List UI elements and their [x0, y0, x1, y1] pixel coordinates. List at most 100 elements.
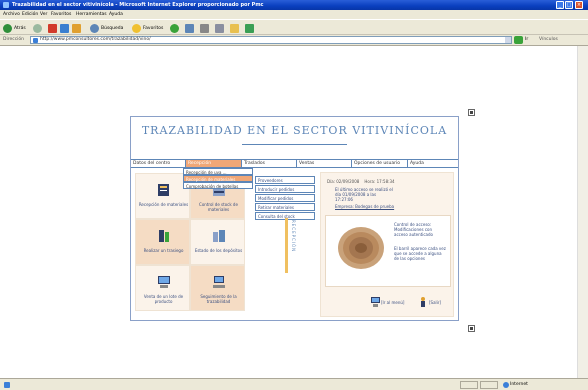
time-text: Hora: 17:58:34 — [364, 179, 395, 184]
search-button[interactable]: Búsqueda — [90, 23, 123, 33]
nav-traslados[interactable]: Traslados — [242, 160, 297, 167]
nav-datos-centro[interactable]: Datos del centro — [131, 160, 186, 167]
barrel-image — [338, 227, 384, 269]
menu-bar: Archivo Edición Ver Favoritos Herramient… — [0, 10, 588, 19]
tile-realizar-trasiego[interactable]: Realizar un trasiego — [135, 219, 190, 265]
scroll-bottom-icon[interactable] — [468, 325, 475, 332]
go-label: Ir — [525, 37, 529, 42]
info-company[interactable]: Empresa: Bodegas de prueba — [335, 204, 395, 209]
history-button[interactable] — [170, 23, 179, 33]
back-arrow-icon — [3, 23, 12, 33]
refresh-icon — [60, 23, 69, 33]
info-last-access: El último acceso se realizó el día 01/09… — [335, 187, 393, 202]
status-panel — [460, 381, 478, 389]
ie-icon — [3, 2, 9, 8]
zone-label: Internet — [510, 382, 528, 387]
forward-arrow-icon — [33, 23, 42, 33]
address-input[interactable]: http://www.pmconsultores.com/trazabilida… — [30, 36, 512, 44]
date-text: Día: 02/09/2008 — [327, 179, 360, 184]
tile-venta-lote[interactable]: Venta de un lote de producto — [135, 265, 190, 311]
menu-comprobacion-botellas[interactable]: Comprobación de botellas — [183, 182, 253, 189]
tile-seguimiento-trazabilidad[interactable]: Seguimiento de la trazabilidad — [190, 265, 245, 311]
nav-ayuda[interactable]: Ayuda — [408, 160, 458, 167]
menu-recepcion-materiales[interactable]: Recepción de materiales — [183, 175, 253, 182]
menu-archivo[interactable]: Archivo — [3, 11, 20, 18]
vertical-section-label: RECEPCIÓN — [282, 218, 304, 273]
print-icon — [200, 23, 209, 33]
go-to-menu-link[interactable]: [Ir al menú] — [381, 299, 404, 307]
menu-computer-icon — [371, 297, 380, 307]
mail-button[interactable] — [185, 23, 194, 33]
refresh-button[interactable] — [60, 23, 69, 33]
messenger-button[interactable] — [245, 23, 254, 33]
title-underline — [242, 144, 347, 145]
submenu-proveedores[interactable]: Proveedores — [255, 176, 315, 184]
menu-favoritos[interactable]: Favoritos — [51, 11, 71, 18]
print-button[interactable] — [200, 23, 209, 33]
folder-button[interactable] — [230, 23, 239, 33]
search-icon — [90, 23, 99, 33]
address-url: http://www.pmconsultores.com/trazabilida… — [40, 37, 151, 42]
menu-herramientas[interactable]: Herramientas — [76, 11, 107, 18]
edit-button[interactable] — [215, 23, 224, 33]
computer-icon — [158, 276, 170, 288]
scroll-top-icon[interactable] — [468, 109, 475, 116]
recepcion-dropdown: Recepción de uva ... Recepción de materi… — [183, 168, 255, 198]
globe-icon — [503, 382, 509, 388]
address-label: Dirección — [3, 37, 25, 42]
info-panel: Día: 02/09/2008 Hora: 17:58:34 El último… — [320, 172, 454, 317]
star-icon — [132, 23, 141, 33]
menu-edicion[interactable]: Edición — [22, 11, 38, 18]
nav-ventas[interactable]: Ventas — [297, 160, 352, 167]
messenger-icon — [245, 23, 254, 33]
vertical-label-text: RECEPCIÓN — [291, 220, 296, 253]
home-button[interactable] — [72, 23, 81, 33]
exit-link[interactable]: [Salir] — [429, 299, 441, 307]
forward-button[interactable] — [33, 23, 42, 33]
address-bar: Dirección http://www.pmconsultores.com/t… — [0, 35, 588, 46]
factory-icon — [213, 230, 225, 242]
back-button[interactable]: Atrás — [3, 23, 26, 33]
app-header: TRAZABILIDAD EN EL SECTOR VITIVINÍCOLA — [131, 117, 458, 155]
go-button[interactable] — [514, 36, 523, 44]
info-footer: [Ir al menú] [Salir] — [363, 297, 453, 309]
main-nav: Datos del centro Recepción Traslados Ven… — [131, 159, 458, 168]
menu-ver[interactable]: Ver — [40, 11, 47, 18]
status-page-icon — [4, 382, 10, 388]
menu-ayuda[interactable]: Ayuda — [109, 11, 123, 18]
submenu-introducir-pedidos[interactable]: Introducir pedidos — [255, 185, 315, 193]
info-barrel-note: El barril aparece cada vez que se accede… — [394, 246, 446, 261]
stop-icon — [48, 23, 57, 33]
app-title: TRAZABILIDAD EN EL SECTOR VITIVINÍCOLA — [141, 124, 448, 137]
nav-recepcion[interactable]: Recepción — [186, 160, 242, 167]
network-icon — [213, 276, 225, 288]
date-time: Día: 02/09/2008 Hora: 17:58:34 — [327, 179, 395, 184]
barrel-image-box: Control de acceso: Modificaciones con ac… — [325, 215, 451, 287]
tank-icon — [159, 230, 169, 242]
book-icon — [158, 184, 169, 196]
mail-icon — [185, 23, 194, 33]
maximize-button[interactable]: □ — [565, 1, 573, 9]
status-panel-secure — [480, 381, 498, 389]
vertical-accent-bar — [285, 218, 288, 273]
submenu-retirar-materiales[interactable]: Retirar materiales — [255, 203, 315, 211]
edit-icon — [215, 23, 224, 33]
vertical-scrollbar[interactable] — [577, 46, 588, 378]
address-dropdown-icon[interactable] — [505, 37, 511, 43]
status-bar: Internet — [0, 378, 588, 390]
minimize-button[interactable]: _ — [556, 1, 564, 9]
history-icon — [170, 23, 179, 33]
nav-opciones-usuario[interactable]: Opciones de usuario — [352, 160, 408, 167]
window-title: Trazabilidad en el sector vitivinícola -… — [12, 2, 264, 8]
tile-recepcion-materiales[interactable]: Recepción de materiales — [135, 173, 190, 219]
window-titlebar: Trazabilidad en el sector vitivinícola -… — [0, 0, 588, 10]
submenu-modificar-pedidos[interactable]: Modificar pedidos — [255, 194, 315, 202]
exit-figure-icon — [421, 297, 425, 307]
links-label[interactable]: Vínculos — [539, 37, 558, 43]
tile-estado-depositos[interactable]: Estado de los depósitos — [190, 219, 245, 265]
favorites-button[interactable]: Favoritos — [132, 23, 163, 33]
stop-button[interactable] — [48, 23, 57, 33]
menu-recepcion-uva[interactable]: Recepción de uva ... — [183, 168, 253, 175]
close-button[interactable]: × — [575, 1, 583, 9]
page-icon — [33, 38, 38, 43]
